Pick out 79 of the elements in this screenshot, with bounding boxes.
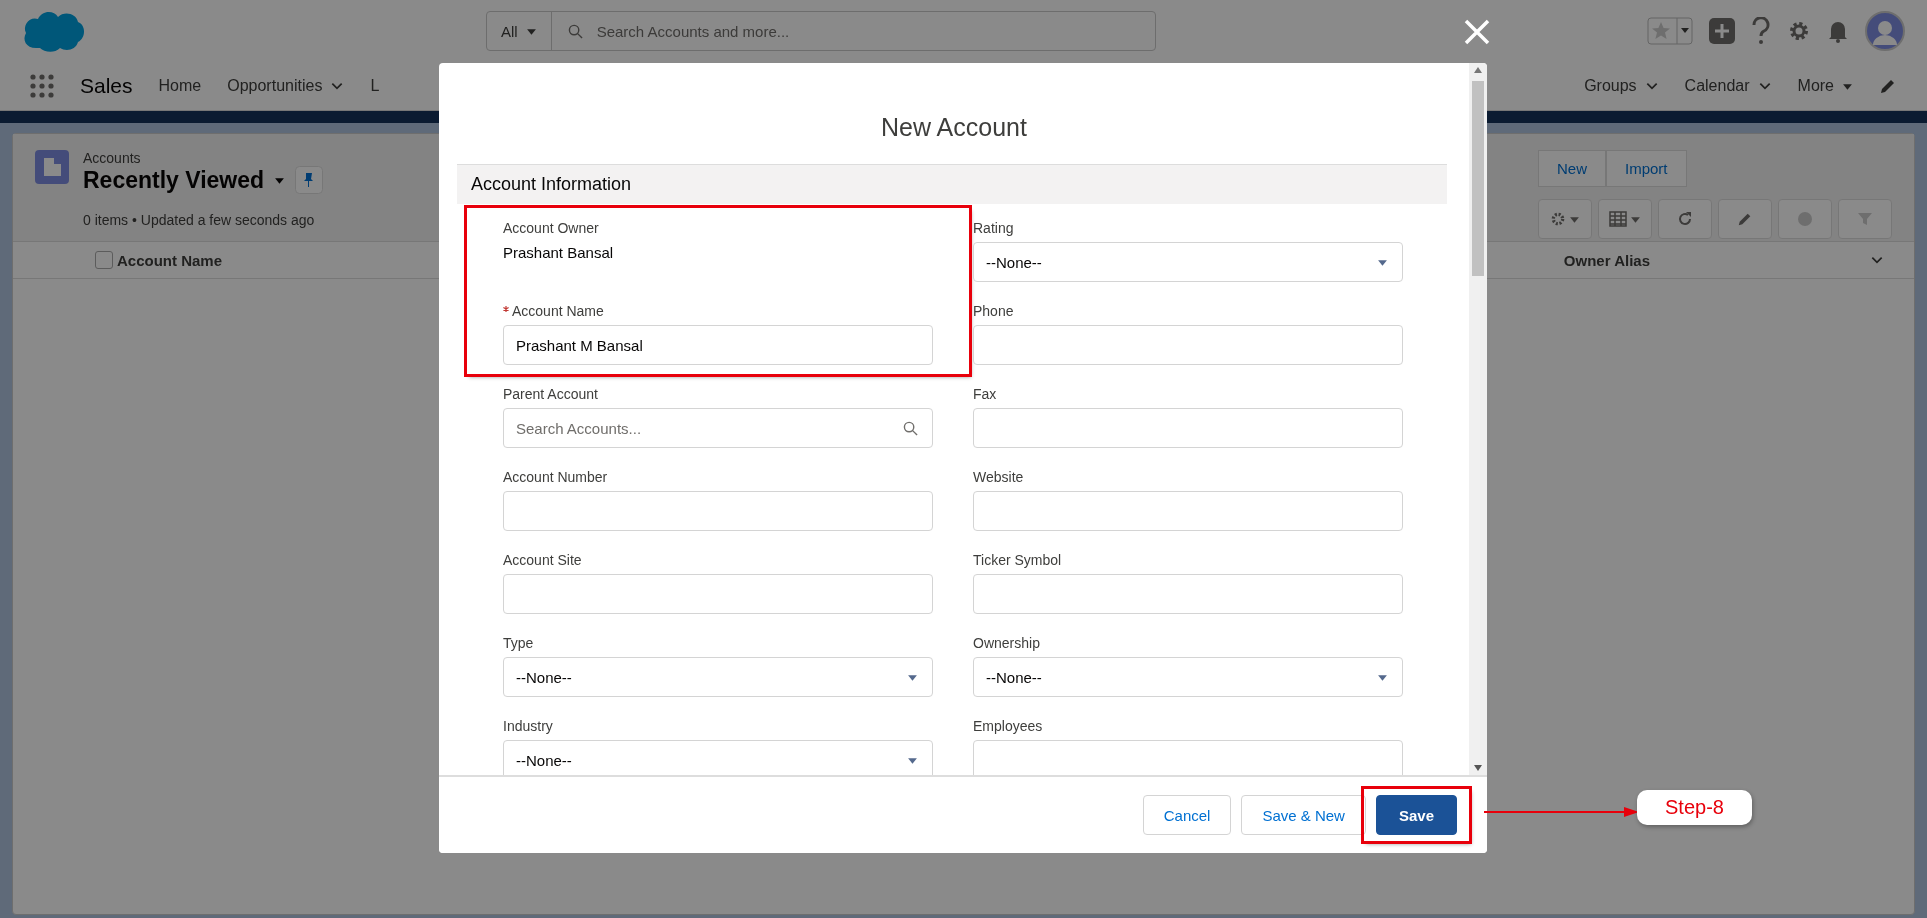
scroll-up-icon[interactable] xyxy=(1474,67,1482,73)
field-label: Phone xyxy=(973,303,1014,319)
refresh-icon xyxy=(1677,211,1693,227)
scrollbar[interactable] xyxy=(1469,63,1487,775)
field-label: Account Number xyxy=(503,469,608,485)
search-field[interactable]: Search Accounts and more... xyxy=(551,22,806,40)
close-icon[interactable] xyxy=(1463,18,1491,46)
help-icon[interactable] xyxy=(1751,17,1771,45)
notifications-icon[interactable] xyxy=(1827,19,1849,43)
select-field[interactable]: --None-- xyxy=(503,740,933,775)
field-label: Ownership xyxy=(973,635,1040,651)
input-field[interactable] xyxy=(973,325,1403,365)
modal-title: New Account xyxy=(880,112,1028,143)
pin-icon[interactable] xyxy=(295,166,324,194)
field-label: Account Name xyxy=(512,303,604,319)
field-label: Type xyxy=(503,635,534,651)
field-label: Ticker Symbol xyxy=(973,552,1062,568)
field-label: Industry xyxy=(503,718,553,734)
pencil-icon xyxy=(1737,211,1753,227)
section-header: Account Information xyxy=(457,164,1447,204)
column-header[interactable]: Account Name xyxy=(117,251,223,269)
nav-tab[interactable]: Home xyxy=(158,77,202,95)
scroll-down-icon[interactable] xyxy=(1474,765,1482,771)
field-label: Rating xyxy=(973,220,1014,236)
select-field[interactable]: --None-- xyxy=(503,657,933,697)
nav-tab[interactable]: Opportunities xyxy=(227,77,323,95)
filter-button[interactable] xyxy=(1838,199,1892,239)
chart-button[interactable] xyxy=(1778,199,1832,239)
edit-button[interactable] xyxy=(1718,199,1772,239)
input-field[interactable] xyxy=(973,408,1403,448)
column-header[interactable]: Owner Alias xyxy=(1563,251,1650,269)
settings-dropdown[interactable] xyxy=(1538,199,1592,239)
pie-chart-icon xyxy=(1797,211,1813,227)
object-label: Accounts xyxy=(83,150,142,166)
field-label: Account Site xyxy=(503,552,582,568)
table-icon xyxy=(1609,211,1627,227)
list-status: 0 items • Updated a few seconds ago xyxy=(83,212,316,228)
list-view-title[interactable]: Recently Viewed xyxy=(83,166,265,194)
settings-icon xyxy=(1550,211,1566,227)
select-field[interactable]: --None-- xyxy=(973,242,1403,282)
app-launcher-icon[interactable] xyxy=(30,74,54,98)
lookup-field[interactable]: Search Accounts... xyxy=(503,408,933,448)
pencil-icon[interactable] xyxy=(1879,77,1897,95)
header-button[interactable]: New xyxy=(1538,150,1606,187)
input-field[interactable] xyxy=(503,491,933,531)
input-field[interactable] xyxy=(973,740,1403,775)
checkbox[interactable] xyxy=(95,251,113,269)
field-label: Employees xyxy=(973,718,1043,734)
field-label: Account Owner xyxy=(503,220,599,236)
scroll-thumb[interactable] xyxy=(1472,81,1484,276)
nav-tab[interactable]: Groups xyxy=(1584,77,1637,95)
avatar[interactable] xyxy=(1865,11,1905,51)
footer-button[interactable]: Save & New xyxy=(1241,795,1366,835)
add-icon[interactable] xyxy=(1709,18,1735,44)
footer-button[interactable]: Cancel xyxy=(1142,795,1232,835)
field-label: Website xyxy=(973,469,1024,485)
input-field[interactable]: Prashant M Bansal xyxy=(503,325,933,365)
refresh-button[interactable] xyxy=(1658,199,1712,239)
search-icon xyxy=(567,23,583,39)
save-button[interactable]: Save xyxy=(1375,795,1457,835)
select-field[interactable]: --None-- xyxy=(973,657,1403,697)
input-field[interactable] xyxy=(973,574,1403,614)
search-icon xyxy=(903,420,918,436)
input-field[interactable] xyxy=(973,491,1403,531)
header-button[interactable]: Import xyxy=(1606,150,1687,187)
settings-icon[interactable] xyxy=(1787,19,1811,43)
nav-tab[interactable]: More xyxy=(1797,77,1834,95)
table-view-dropdown[interactable] xyxy=(1598,199,1652,239)
scope-dropdown[interactable]: All xyxy=(487,12,552,50)
nav-tab[interactable]: Calendar xyxy=(1684,77,1750,95)
nav-tab[interactable]: L xyxy=(370,77,380,95)
field-value: Prashant Bansal xyxy=(503,243,615,261)
filter-icon xyxy=(1857,211,1873,227)
input-field[interactable] xyxy=(503,574,933,614)
field-label: Parent Account xyxy=(503,386,598,402)
step-callout: Step-8 xyxy=(1637,790,1752,825)
app-name: Sales xyxy=(80,74,133,98)
field-label: Fax xyxy=(973,386,997,402)
accounts-icon xyxy=(35,150,69,184)
